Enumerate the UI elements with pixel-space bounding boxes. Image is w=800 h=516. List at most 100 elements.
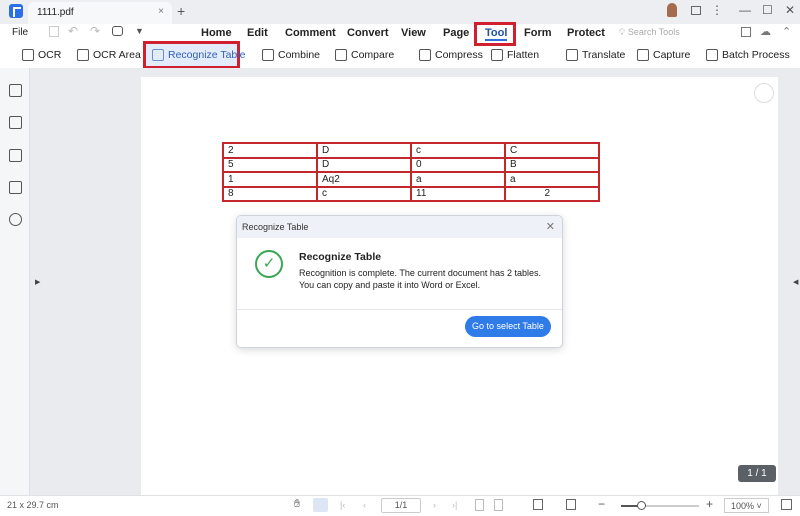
share-icon[interactable] bbox=[741, 27, 751, 37]
translate-icon bbox=[566, 49, 578, 61]
table-row: 5D0B bbox=[222, 156, 600, 173]
flatten-button[interactable]: Flatten bbox=[491, 49, 539, 61]
go-to-select-table-button[interactable]: Go to select Table bbox=[465, 316, 551, 337]
document-tab[interactable]: 1111.pdf × bbox=[28, 2, 172, 24]
zoom-slider[interactable] bbox=[621, 501, 699, 510]
thumbnails-icon[interactable] bbox=[9, 84, 22, 97]
page-size: 21 x 29.7 cm bbox=[7, 500, 59, 510]
hand-tool-icon[interactable]: ✋︎ bbox=[294, 498, 300, 511]
table-cell: D bbox=[316, 156, 412, 173]
redo-icon[interactable]: ↷ bbox=[90, 24, 100, 38]
table-cell: 2 bbox=[222, 142, 318, 159]
comment-icon[interactable] bbox=[9, 149, 22, 162]
zoom-value: 100% bbox=[731, 501, 755, 511]
expand-sidebar-icon[interactable]: ▶ bbox=[35, 278, 40, 286]
compare-icon bbox=[335, 49, 347, 61]
minimize-button[interactable]: — bbox=[739, 3, 751, 17]
menu-comment[interactable]: Comment bbox=[285, 27, 336, 39]
recognize-table-button[interactable]: Recognize Table bbox=[152, 49, 245, 61]
batch-process-label: Batch Process bbox=[722, 49, 790, 61]
dialog-header-title: Recognize Table bbox=[242, 222, 309, 232]
combine-button[interactable]: Combine bbox=[262, 49, 320, 61]
search-tools-input[interactable]: 💡︎ Search Tools bbox=[619, 27, 680, 38]
avatar[interactable] bbox=[667, 3, 677, 17]
table-row: 8 c 11 2 bbox=[222, 185, 600, 202]
ocr-button[interactable]: OCR bbox=[22, 49, 61, 61]
menu-page[interactable]: Page bbox=[443, 27, 469, 39]
app-logo-icon bbox=[9, 4, 23, 18]
page-layout-icon[interactable] bbox=[533, 499, 543, 510]
new-tab-button[interactable]: + bbox=[177, 3, 185, 19]
dialog-message: Recognition is complete. The current doc… bbox=[299, 268, 541, 290]
table-row: 2DcC bbox=[222, 142, 600, 159]
fit-page-icon[interactable] bbox=[566, 499, 576, 510]
zoom-in-button[interactable]: + bbox=[706, 497, 713, 511]
compare-button[interactable]: Compare bbox=[335, 49, 394, 61]
close-icon[interactable]: ✕ bbox=[546, 220, 555, 233]
collapse-ribbon-icon[interactable]: ⌃ bbox=[782, 25, 791, 38]
table-cell: C bbox=[504, 142, 600, 159]
menu-convert[interactable]: Convert bbox=[347, 27, 389, 39]
menu-form[interactable]: Form bbox=[524, 27, 552, 39]
rotate-right-icon[interactable] bbox=[494, 499, 503, 511]
rotate-left-icon[interactable] bbox=[475, 499, 484, 511]
table-cell: 1 bbox=[222, 171, 318, 188]
menu-view[interactable]: View bbox=[401, 27, 426, 39]
menu-tool[interactable]: Tool bbox=[485, 27, 508, 41]
search-icon[interactable] bbox=[9, 213, 22, 226]
menu-home[interactable]: Home bbox=[201, 27, 232, 39]
expand-right-panel-icon[interactable]: ◀ bbox=[793, 278, 798, 286]
last-page-icon[interactable]: ›| bbox=[452, 500, 457, 510]
first-page-icon[interactable]: |‹ bbox=[340, 500, 345, 510]
ai-assistant-icon[interactable] bbox=[754, 83, 774, 103]
tab-close-icon[interactable]: × bbox=[158, 6, 164, 17]
ocr-area-button[interactable]: OCR Area bbox=[77, 49, 141, 61]
table-row: 1 Aq2 a a bbox=[222, 171, 600, 188]
compress-label: Compress bbox=[435, 49, 483, 61]
save-icon[interactable] bbox=[49, 26, 59, 37]
table-cell: 11 bbox=[410, 185, 506, 202]
capture-button[interactable]: Capture bbox=[637, 49, 690, 61]
capture-label: Capture bbox=[653, 49, 691, 61]
fullscreen-icon[interactable] bbox=[781, 499, 792, 510]
ocr-label: OCR bbox=[38, 49, 62, 61]
flatten-icon bbox=[491, 49, 503, 61]
translate-button[interactable]: Translate bbox=[566, 49, 625, 61]
recognized-table: 2DcC 5D0B 1 Aq2 a a 8 c 11 2 bbox=[222, 142, 600, 202]
notification-icon[interactable] bbox=[691, 6, 701, 15]
flatten-label: Flatten bbox=[507, 49, 540, 61]
table-cell: Aq2 bbox=[316, 171, 412, 188]
table-cell: a bbox=[410, 171, 506, 188]
compress-button[interactable]: Compress bbox=[419, 49, 483, 61]
table-cell: B bbox=[504, 156, 600, 173]
more-icon[interactable]: ⋮ bbox=[711, 3, 723, 17]
compress-icon bbox=[419, 49, 431, 61]
attachment-icon[interactable] bbox=[9, 181, 22, 194]
menu-file[interactable]: File bbox=[12, 27, 28, 38]
print-icon[interactable] bbox=[112, 26, 123, 36]
batch-process-button[interactable]: Batch Process bbox=[706, 49, 790, 61]
bookmark-icon[interactable] bbox=[9, 116, 22, 129]
next-page-icon[interactable]: › bbox=[433, 500, 436, 510]
zoom-out-button[interactable]: − bbox=[598, 497, 605, 511]
undo-icon[interactable]: ↶ bbox=[68, 24, 78, 38]
close-window-button[interactable]: ✕ bbox=[785, 3, 795, 17]
cloud-upload-icon[interactable]: ☁ bbox=[760, 25, 771, 38]
zoom-select[interactable]: 100% ˅ bbox=[724, 498, 769, 513]
maximize-button[interactable]: ☐ bbox=[762, 3, 773, 17]
check-circle-icon: ✓ bbox=[255, 250, 283, 278]
select-tool-icon[interactable] bbox=[313, 498, 328, 512]
search-tools-placeholder: Search Tools bbox=[627, 27, 680, 37]
left-sidebar bbox=[0, 68, 30, 495]
prev-page-icon[interactable]: ‹ bbox=[363, 500, 366, 510]
table-cell: D bbox=[316, 142, 412, 159]
page-number-input[interactable]: 1/1 bbox=[381, 498, 421, 513]
menu-protect[interactable]: Protect bbox=[567, 27, 605, 39]
table-cell: 2 bbox=[504, 185, 600, 202]
recognize-table-icon bbox=[152, 49, 164, 61]
recognize-table-label: Recognize Table bbox=[168, 49, 246, 61]
recognize-table-dialog: Recognize Table ✕ ✓ Recognize Table Recog… bbox=[236, 215, 563, 348]
quick-access-dropdown-icon[interactable]: ▼ bbox=[135, 26, 144, 36]
combine-icon bbox=[262, 49, 274, 61]
menu-edit[interactable]: Edit bbox=[247, 27, 268, 39]
